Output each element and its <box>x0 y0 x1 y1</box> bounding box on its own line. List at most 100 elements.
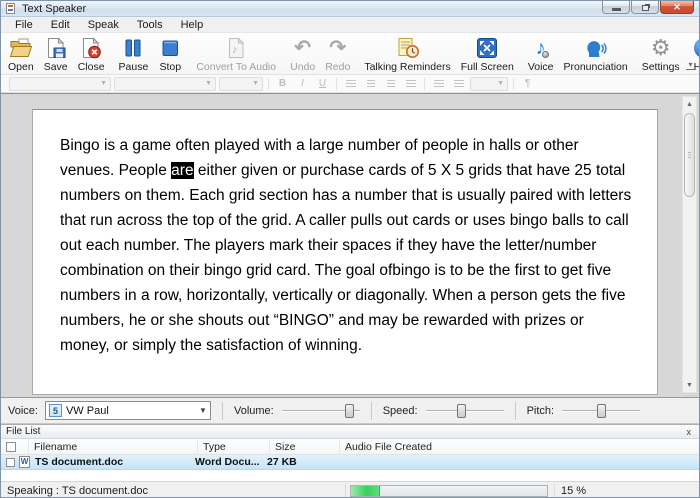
voice-selected-value: VW Paul <box>66 405 109 417</box>
redo-icon: ↷ <box>329 35 346 61</box>
undo-icon: ↶ <box>294 35 311 61</box>
settings-button[interactable]: ⚙ Settings <box>637 34 685 74</box>
row-type: Word Docu... <box>190 456 262 468</box>
restore-button[interactable] <box>631 1 659 14</box>
numbered-list-button[interactable] <box>450 77 467 91</box>
font-style-combo[interactable]: ▼ <box>114 77 216 91</box>
chevron-down-icon: ▼ <box>100 80 107 87</box>
fmtbar-separator <box>513 78 514 90</box>
align-right-button[interactable] <box>382 77 399 91</box>
select-all-column-header[interactable] <box>1 439 29 454</box>
file-list-empty-area <box>1 470 699 481</box>
justify-button[interactable] <box>402 77 419 91</box>
row-filename: TS document.doc <box>30 456 190 468</box>
voice-label: Voice: <box>8 405 38 417</box>
fmtbar-separator <box>336 78 337 90</box>
align-right-icon <box>387 80 395 87</box>
select-all-checkbox[interactable] <box>6 442 16 452</box>
open-folder-icon <box>9 35 33 61</box>
paragraph-marks-button[interactable]: ¶ <box>519 77 536 91</box>
voicebar-separator <box>371 402 372 420</box>
convert-to-audio-icon: ♪ <box>224 35 248 61</box>
toolbar-overflow-button[interactable]: ▾ <box>686 61 695 70</box>
voice-number-icon: 5 <box>49 404 62 417</box>
speed-slider[interactable] <box>426 403 504 419</box>
column-header-type[interactable]: Type <box>198 439 270 454</box>
talking-reminders-button[interactable]: Talking Reminders <box>359 34 455 74</box>
volume-slider-thumb[interactable] <box>345 404 354 418</box>
scroll-up-icon[interactable]: ▲ <box>683 97 696 111</box>
progress-percent-label: 15 % <box>561 485 586 497</box>
color-combo[interactable]: ▼ <box>470 77 508 91</box>
pitch-slider[interactable] <box>562 403 640 419</box>
minimize-button[interactable] <box>602 1 630 14</box>
speed-slider-thumb[interactable] <box>457 404 466 418</box>
scrollbar-grip <box>688 152 691 158</box>
save-button[interactable]: Save <box>39 34 73 74</box>
chevron-down-icon: ▼ <box>205 80 212 87</box>
file-list-close-button[interactable]: x <box>684 427 695 437</box>
italic-button[interactable]: I <box>294 77 311 91</box>
stop-icon <box>158 35 182 61</box>
pitch-slider-thumb[interactable] <box>597 404 606 418</box>
pronunciation-icon <box>584 35 608 61</box>
word-document-icon: W <box>19 456 30 468</box>
volume-slider[interactable] <box>282 403 360 419</box>
status-text: Speaking : TS document.doc <box>7 485 148 497</box>
voicebar-separator <box>515 402 516 420</box>
file-list-panel-header: File List x <box>1 425 699 439</box>
document-page[interactable]: Bingo is a game often played with a larg… <box>32 109 658 395</box>
bold-button[interactable]: B <box>274 77 291 91</box>
font-family-combo[interactable]: ▼ <box>9 77 111 91</box>
full-screen-button[interactable]: Full Screen <box>456 34 519 74</box>
file-list-column-headers: Filename Type Size Audio File Created <box>1 439 699 455</box>
column-header-size[interactable]: Size <box>270 439 340 454</box>
file-list-row-selected[interactable]: W TS document.doc Word Docu... 27 KB <box>1 455 699 470</box>
menu-tools[interactable]: Tools <box>128 19 172 31</box>
stop-button[interactable]: Stop <box>153 34 187 74</box>
justify-icon <box>406 80 416 87</box>
row-checkbox[interactable] <box>6 458 15 467</box>
speed-label: Speed: <box>383 405 418 417</box>
voice-select[interactable]: 5 VW Paul ▼ <box>45 401 211 420</box>
menu-edit[interactable]: Edit <box>42 19 79 31</box>
speech-progress-bar <box>350 485 548 497</box>
bullet-list-icon <box>434 80 444 87</box>
scrollbar-thumb[interactable] <box>684 113 695 197</box>
menu-file[interactable]: File <box>6 19 42 31</box>
numbered-list-icon <box>454 80 464 87</box>
talking-reminders-icon <box>396 35 420 61</box>
document-text[interactable]: Bingo is a game often played with a larg… <box>33 110 657 358</box>
convert-to-audio-button[interactable]: ♪ Convert To Audio <box>191 34 281 74</box>
fmtbar-separator <box>424 78 425 90</box>
undo-button[interactable]: ↶ Undo <box>285 34 320 74</box>
voice-note-icon: ♪ <box>536 35 546 61</box>
bullet-list-button[interactable] <box>430 77 447 91</box>
chevron-down-icon: ▼ <box>199 406 207 415</box>
font-size-combo[interactable]: ▼ <box>219 77 263 91</box>
menu-speak[interactable]: Speak <box>79 19 128 31</box>
chevron-down-icon: ▼ <box>497 80 504 87</box>
align-left-button[interactable] <box>342 77 359 91</box>
voice-settings-bar: Voice: 5 VW Paul ▼ Volume: Speed: Pitch: <box>1 398 699 424</box>
editor-scrollbar[interactable]: ▲ ▼ <box>682 96 697 393</box>
pronunciation-button[interactable]: Pronunciation <box>559 34 633 74</box>
redo-button[interactable]: ↷ Redo <box>320 34 355 74</box>
underline-button[interactable]: U <box>314 77 331 91</box>
column-header-filename[interactable]: Filename <box>29 439 198 454</box>
menu-help[interactable]: Help <box>172 19 213 31</box>
pause-button[interactable]: Pause <box>114 34 154 74</box>
close-document-button[interactable]: Close <box>73 34 110 74</box>
close-icon: ✕ <box>673 2 681 13</box>
scroll-down-icon[interactable]: ▼ <box>683 378 696 392</box>
column-header-audio-file-created[interactable]: Audio File Created <box>340 439 699 454</box>
window-controls: ✕ <box>602 1 694 14</box>
align-center-button[interactable] <box>362 77 379 91</box>
app-window: Text Speaker ✕ File Edit Speak Tools Hel… <box>0 0 700 498</box>
fmtbar-separator <box>268 78 269 90</box>
open-button[interactable]: Open <box>3 34 39 74</box>
title-bar[interactable]: Text Speaker ✕ <box>1 1 699 17</box>
close-window-button[interactable]: ✕ <box>660 1 694 14</box>
save-icon <box>44 35 68 61</box>
voice-button[interactable]: ♪ Voice <box>523 34 559 74</box>
